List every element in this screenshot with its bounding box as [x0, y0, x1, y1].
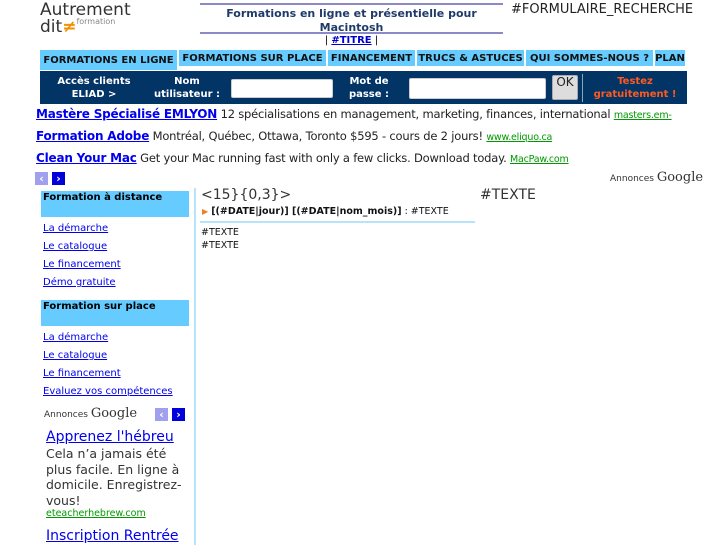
login-divider — [582, 74, 583, 102]
ad-line: Mastère Spécialisé EMLYON 12 spécialisat… — [36, 107, 672, 121]
sidebar-heading-distance: Formation à distance — [41, 191, 189, 217]
sidebar-ad-title[interactable]: Apprenez l'hébreu — [46, 429, 174, 445]
ad-url[interactable]: MacPaw.com — [510, 154, 569, 165]
main-texte-right: #TEXTE — [480, 187, 536, 203]
main-heading: <15}{0,3}> — [201, 187, 292, 203]
sidebar-link[interactable]: La démarche — [43, 223, 108, 234]
ad-line: Clean Your Mac Get your Mac running fast… — [36, 151, 569, 165]
nav-formations-sur-place[interactable]: FORMATIONS SUR PLACE — [179, 50, 326, 66]
annonces-text: Annonces — [610, 174, 654, 184]
date-text: [(#DATE|jour)] [(#DATE|nom_mois)] — [211, 206, 402, 217]
google-logo: Google — [656, 170, 704, 185]
caret-right-icon: ▶ — [202, 207, 209, 216]
logo-formation: formation — [76, 17, 116, 26]
search-form-placeholder: #FORMULAIRE_RECHERCHE — [511, 2, 694, 17]
google-logo: Google — [90, 406, 138, 421]
ad-text: Montréal, Québec, Ottawa, Toronto $595 -… — [152, 129, 483, 143]
sidebar-ad-url[interactable]: eteacherhebrew.com — [46, 508, 146, 519]
titre-breadcrumb: | #TITRE | — [324, 35, 379, 46]
sidebar-ad-text: Cela n’a jamais été plus facile. En lign… — [46, 446, 182, 508]
date-line: ▶ [(#DATE|jour)] [(#DATE|nom_mois)] : #T… — [202, 206, 449, 217]
divider — [200, 221, 475, 223]
logo-text: dit — [40, 17, 63, 37]
sidebar-link[interactable]: La démarche — [43, 332, 108, 343]
free-trial-link[interactable]: Testez gratuitement ! — [590, 75, 680, 101]
sidebar-link[interactable]: Le catalogue — [43, 350, 107, 361]
login-bar: Accès clients ELIAD > Nom utilisateur : … — [40, 71, 687, 104]
username-label: Nom utilisateur : — [154, 76, 220, 100]
logo-sub: dit≠formation — [40, 17, 115, 37]
nav-formations-en-ligne[interactable]: FORMATIONS EN LIGNE — [40, 50, 177, 70]
ad-title[interactable]: Clean Your Mac — [36, 151, 137, 165]
sidebar-link[interactable]: Le financement — [43, 368, 121, 379]
ok-button[interactable]: OK — [552, 75, 578, 100]
sidebar-ad-title[interactable]: Inscription Rentrée — [46, 528, 179, 544]
site-title: Formations en ligne et présentielle pour… — [200, 3, 503, 34]
column-divider — [194, 188, 196, 545]
annonces-google-label[interactable]: Annonces Google — [610, 170, 703, 185]
next-arrow-icon[interactable]: › — [52, 172, 65, 185]
date-suffix: : #TEXTE — [401, 206, 449, 217]
annonces-text: Annonces — [44, 410, 88, 420]
ad-title[interactable]: Mastère Spécialisé EMLYON — [36, 107, 217, 121]
nav-plan[interactable]: PLAN — [655, 50, 685, 66]
annonces-google-label[interactable]: Annonces Google — [44, 406, 137, 421]
nav-trucs-astuces[interactable]: TRUCS & ASTUCES — [417, 50, 524, 66]
ad-line: Formation Adobe Montréal, Québec, Ottawa… — [36, 129, 552, 143]
sidebar-heading-sur-place: Formation sur place — [41, 300, 189, 326]
texte-1: #TEXTE — [201, 227, 239, 238]
nav-financement[interactable]: FINANCEMENT — [328, 50, 415, 66]
prev-arrow-icon[interactable]: ‹ — [155, 408, 168, 421]
ad-url[interactable]: masters.em- — [614, 110, 672, 121]
username-input[interactable] — [231, 79, 333, 98]
sidebar-link[interactable]: Le financement — [43, 259, 121, 270]
next-arrow-icon[interactable]: › — [172, 408, 185, 421]
ad-url[interactable]: www.eliquo.ca — [486, 132, 552, 143]
sidebar-link[interactable]: Le catalogue — [43, 241, 107, 252]
main-nav: FORMATIONS EN LIGNE FORMATIONS SUR PLACE… — [40, 50, 687, 70]
sidebar-link[interactable]: Evaluez vos compétences — [43, 386, 173, 397]
client-access-label: Accès clients ELIAD > — [57, 76, 131, 100]
ad-title[interactable]: Formation Adobe — [36, 129, 149, 143]
sidebar-link[interactable]: Démo gratuite — [43, 277, 116, 288]
texte-2: #TEXTE — [201, 240, 239, 251]
password-label: Mot de passe : — [348, 76, 390, 100]
password-input[interactable] — [409, 78, 546, 99]
prev-arrow-icon[interactable]: ‹ — [35, 172, 48, 185]
titre-link[interactable]: #TITRE — [331, 35, 371, 46]
ad-text: Get your Mac running fast with only a fe… — [140, 151, 507, 165]
nav-qui-sommes-nous[interactable]: QUI SOMMES-NOUS ? — [526, 50, 653, 66]
logo-symbol: ≠ — [62, 17, 77, 37]
ad-text: 12 spécialisations en management, market… — [220, 107, 611, 121]
